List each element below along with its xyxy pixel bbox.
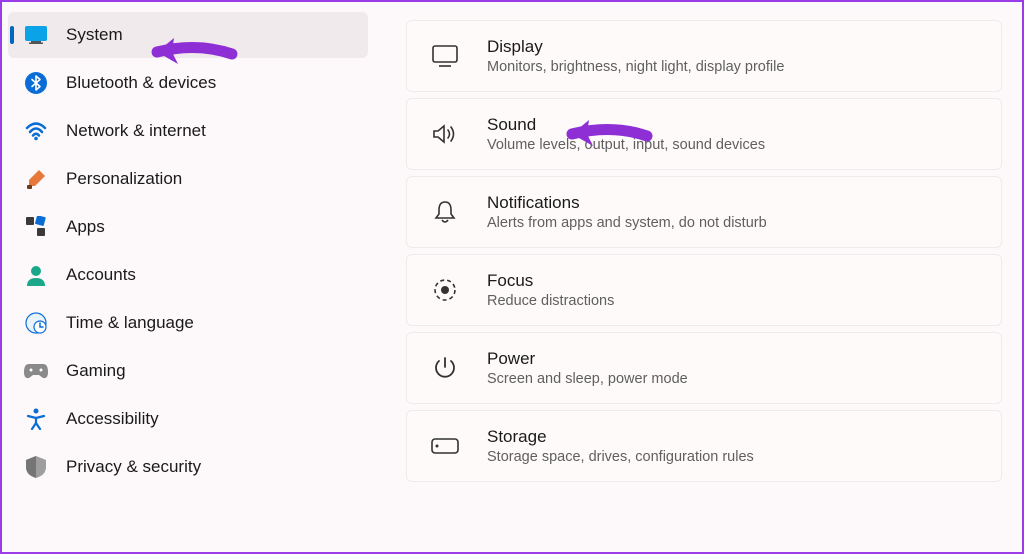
card-focus[interactable]: Focus Reduce distractions: [406, 254, 1002, 326]
wifi-icon: [24, 119, 48, 143]
card-sound[interactable]: Sound Volume levels, output, input, soun…: [406, 98, 1002, 170]
sidebar-item-time[interactable]: Time & language: [8, 300, 368, 346]
card-title: Storage: [487, 427, 754, 447]
sidebar: System Bluetooth & devices Network & int…: [2, 2, 374, 552]
sound-icon: [431, 120, 459, 148]
card-title: Notifications: [487, 193, 767, 213]
display-icon: [431, 42, 459, 70]
system-icon: [24, 23, 48, 47]
card-text: Sound Volume levels, output, input, soun…: [487, 115, 765, 153]
sidebar-item-accounts[interactable]: Accounts: [8, 252, 368, 298]
apps-icon: [24, 215, 48, 239]
person-icon: [24, 263, 48, 287]
card-text: Notifications Alerts from apps and syste…: [487, 193, 767, 231]
card-title: Display: [487, 37, 784, 57]
shield-icon: [24, 455, 48, 479]
gamepad-icon: [24, 359, 48, 383]
card-title: Sound: [487, 115, 765, 135]
sidebar-item-label: Accessibility: [66, 409, 159, 429]
card-display[interactable]: Display Monitors, brightness, night ligh…: [406, 20, 1002, 92]
sidebar-item-label: Network & internet: [66, 121, 206, 141]
card-desc: Reduce distractions: [487, 293, 614, 309]
sidebar-item-network[interactable]: Network & internet: [8, 108, 368, 154]
card-desc: Volume levels, output, input, sound devi…: [487, 137, 765, 153]
bluetooth-icon: [24, 71, 48, 95]
card-desc: Alerts from apps and system, do not dist…: [487, 215, 767, 231]
focus-icon: [431, 276, 459, 304]
paintbrush-icon: [24, 167, 48, 191]
sidebar-item-label: Personalization: [66, 169, 182, 189]
card-power[interactable]: Power Screen and sleep, power mode: [406, 332, 1002, 404]
sidebar-item-privacy[interactable]: Privacy & security: [8, 444, 368, 490]
sidebar-item-gaming[interactable]: Gaming: [8, 348, 368, 394]
sidebar-item-label: System: [66, 25, 123, 45]
card-text: Storage Storage space, drives, configura…: [487, 427, 754, 465]
card-text: Display Monitors, brightness, night ligh…: [487, 37, 784, 75]
sidebar-item-label: Apps: [66, 217, 105, 237]
bell-icon: [431, 198, 459, 226]
sidebar-item-personalization[interactable]: Personalization: [8, 156, 368, 202]
sidebar-item-label: Accounts: [66, 265, 136, 285]
clock-globe-icon: [24, 311, 48, 335]
sidebar-item-label: Privacy & security: [66, 457, 201, 477]
main-panel: Display Monitors, brightness, night ligh…: [374, 2, 1022, 552]
card-desc: Monitors, brightness, night light, displ…: [487, 59, 784, 75]
sidebar-item-accessibility[interactable]: Accessibility: [8, 396, 368, 442]
card-desc: Storage space, drives, configuration rul…: [487, 449, 754, 465]
card-notifications[interactable]: Notifications Alerts from apps and syste…: [406, 176, 1002, 248]
sidebar-item-apps[interactable]: Apps: [8, 204, 368, 250]
power-icon: [431, 354, 459, 382]
sidebar-item-system[interactable]: System: [8, 12, 368, 58]
card-title: Power: [487, 349, 688, 369]
card-text: Power Screen and sleep, power mode: [487, 349, 688, 387]
sidebar-item-label: Time & language: [66, 313, 194, 333]
sidebar-item-bluetooth[interactable]: Bluetooth & devices: [8, 60, 368, 106]
card-storage[interactable]: Storage Storage space, drives, configura…: [406, 410, 1002, 482]
accessibility-icon: [24, 407, 48, 431]
sidebar-item-label: Gaming: [66, 361, 126, 381]
sidebar-item-label: Bluetooth & devices: [66, 73, 216, 93]
card-text: Focus Reduce distractions: [487, 271, 614, 309]
card-desc: Screen and sleep, power mode: [487, 371, 688, 387]
card-title: Focus: [487, 271, 614, 291]
storage-icon: [431, 432, 459, 460]
